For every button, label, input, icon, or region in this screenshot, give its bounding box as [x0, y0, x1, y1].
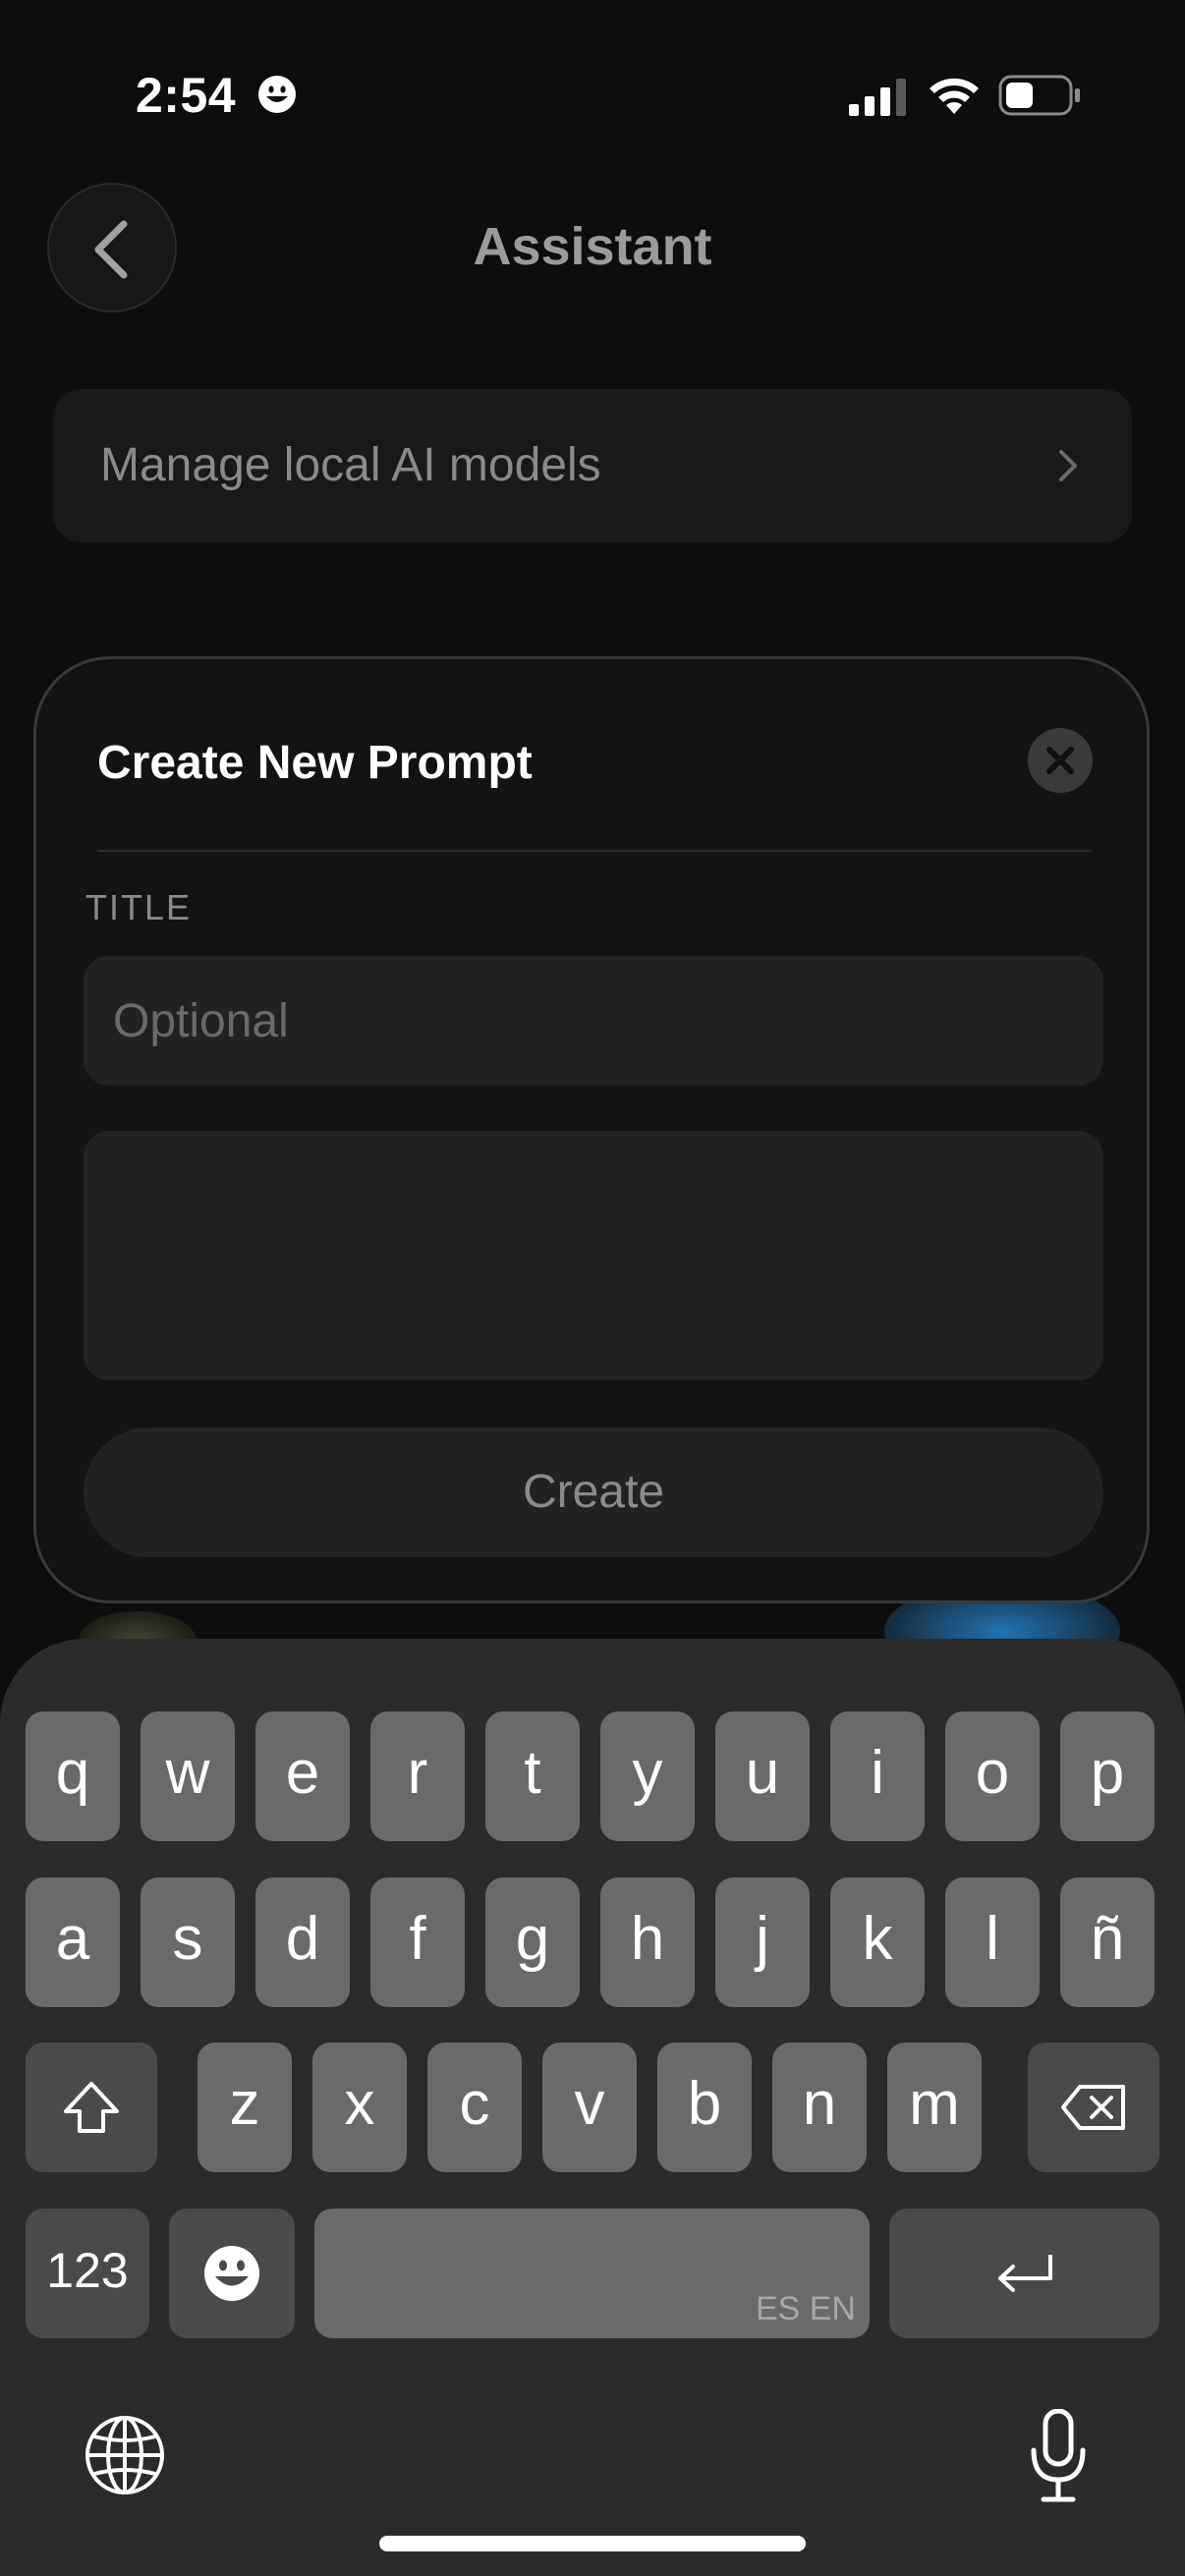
- key-g-label: g: [515, 1905, 550, 1973]
- key-f[interactable]: f: [370, 1877, 465, 2007]
- key-o[interactable]: o: [945, 1711, 1040, 1841]
- key-x[interactable]: x: [312, 2043, 407, 2172]
- key-q[interactable]: q: [26, 1711, 120, 1841]
- close-button[interactable]: [1028, 728, 1093, 793]
- emoji-key[interactable]: [169, 2209, 295, 2338]
- key-m[interactable]: m: [887, 2043, 982, 2172]
- key-d[interactable]: d: [255, 1877, 350, 2007]
- page-title: Assistant: [473, 217, 712, 276]
- key-h-label: h: [630, 1905, 665, 1973]
- numbers-key[interactable]: 123: [26, 2209, 149, 2338]
- microphone-icon[interactable]: [1028, 2409, 1089, 2503]
- key-z-label: z: [229, 2070, 260, 2138]
- return-key[interactable]: [889, 2209, 1159, 2338]
- backspace-icon: [1061, 2085, 1125, 2130]
- create-prompt-modal: Create New Prompt TITLE Create: [33, 656, 1150, 1603]
- key-y[interactable]: y: [600, 1711, 695, 1841]
- shift-icon: [64, 2082, 119, 2133]
- key-t-label: t: [524, 1739, 541, 1807]
- key-s[interactable]: s: [141, 1877, 235, 2007]
- key-a-label: a: [55, 1905, 90, 1973]
- key-j-label: j: [756, 1905, 769, 1973]
- chevron-right-icon: [1059, 450, 1077, 481]
- key-v[interactable]: v: [542, 2043, 637, 2172]
- space-key[interactable]: ES EN: [314, 2209, 870, 2338]
- numbers-key-label: 123: [46, 2243, 129, 2298]
- key-n[interactable]: n: [772, 2043, 867, 2172]
- key-s-label: s: [172, 1905, 203, 1973]
- key-i-label: i: [871, 1739, 884, 1807]
- key-c[interactable]: c: [427, 2043, 522, 2172]
- key-p[interactable]: p: [1060, 1711, 1155, 1841]
- key-t[interactable]: t: [485, 1711, 580, 1841]
- key-k-label: k: [862, 1905, 893, 1973]
- key-g[interactable]: g: [485, 1877, 580, 2007]
- status-time: 2:54: [136, 68, 237, 123]
- key-u[interactable]: u: [715, 1711, 810, 1841]
- title-field-label: TITLE: [85, 887, 193, 927]
- key-k[interactable]: k: [830, 1877, 925, 2007]
- cellular-signal-icon: [849, 79, 906, 116]
- key-a[interactable]: a: [26, 1877, 120, 2007]
- modal-title: Create New Prompt: [97, 737, 533, 789]
- key-y-label: y: [632, 1739, 663, 1807]
- battery-icon: [998, 75, 1080, 116]
- title-input[interactable]: [84, 956, 1103, 1086]
- shift-key[interactable]: [26, 2043, 157, 2172]
- manage-local-ai-models-row[interactable]: Manage local AI models: [53, 389, 1132, 542]
- key-h[interactable]: h: [600, 1877, 695, 2007]
- return-icon: [997, 2255, 1052, 2292]
- key-b-label: b: [687, 2070, 722, 2138]
- key-x-label: x: [344, 2070, 375, 2138]
- key-i[interactable]: i: [830, 1711, 925, 1841]
- manage-row-label: Manage local AI models: [100, 439, 601, 491]
- key-n-tilde-label: ñ: [1090, 1905, 1125, 1973]
- key-l-label: l: [986, 1905, 999, 1973]
- key-f-label: f: [409, 1905, 426, 1973]
- close-icon: [1046, 747, 1074, 774]
- key-r-label: r: [407, 1739, 428, 1807]
- globe-icon[interactable]: [83, 2413, 167, 2497]
- key-b[interactable]: b: [657, 2043, 752, 2172]
- home-indicator: [379, 2536, 806, 2551]
- key-r[interactable]: r: [370, 1711, 465, 1841]
- key-n-label: n: [802, 2070, 837, 2138]
- key-o-label: o: [975, 1739, 1010, 1807]
- status-bar: 2:54: [0, 0, 1185, 196]
- create-button[interactable]: Create: [84, 1428, 1103, 1557]
- key-e-label: e: [285, 1739, 320, 1807]
- emoji-icon: [204, 2246, 259, 2301]
- key-u-label: u: [745, 1739, 780, 1807]
- key-w-label: w: [165, 1739, 210, 1807]
- smiley-face-icon: [258, 76, 296, 113]
- key-l[interactable]: l: [945, 1877, 1040, 2007]
- delete-key[interactable]: [1028, 2043, 1159, 2172]
- key-m-label: m: [909, 2070, 960, 2138]
- key-d-label: d: [285, 1905, 320, 1973]
- key-w[interactable]: w: [141, 1711, 235, 1841]
- key-p-label: p: [1090, 1739, 1125, 1807]
- key-n-tilde[interactable]: ñ: [1060, 1877, 1155, 2007]
- key-j[interactable]: j: [715, 1877, 810, 2007]
- wifi-icon: [930, 78, 979, 114]
- modal-divider: [97, 850, 1092, 852]
- key-c-label: c: [459, 2070, 490, 2138]
- key-v-label: v: [574, 2070, 605, 2138]
- prompt-body-input[interactable]: [84, 1131, 1103, 1380]
- key-z[interactable]: z: [198, 2043, 292, 2172]
- key-q-label: q: [55, 1739, 90, 1807]
- key-e[interactable]: e: [255, 1711, 350, 1841]
- language-tag: ES EN: [755, 2290, 856, 2327]
